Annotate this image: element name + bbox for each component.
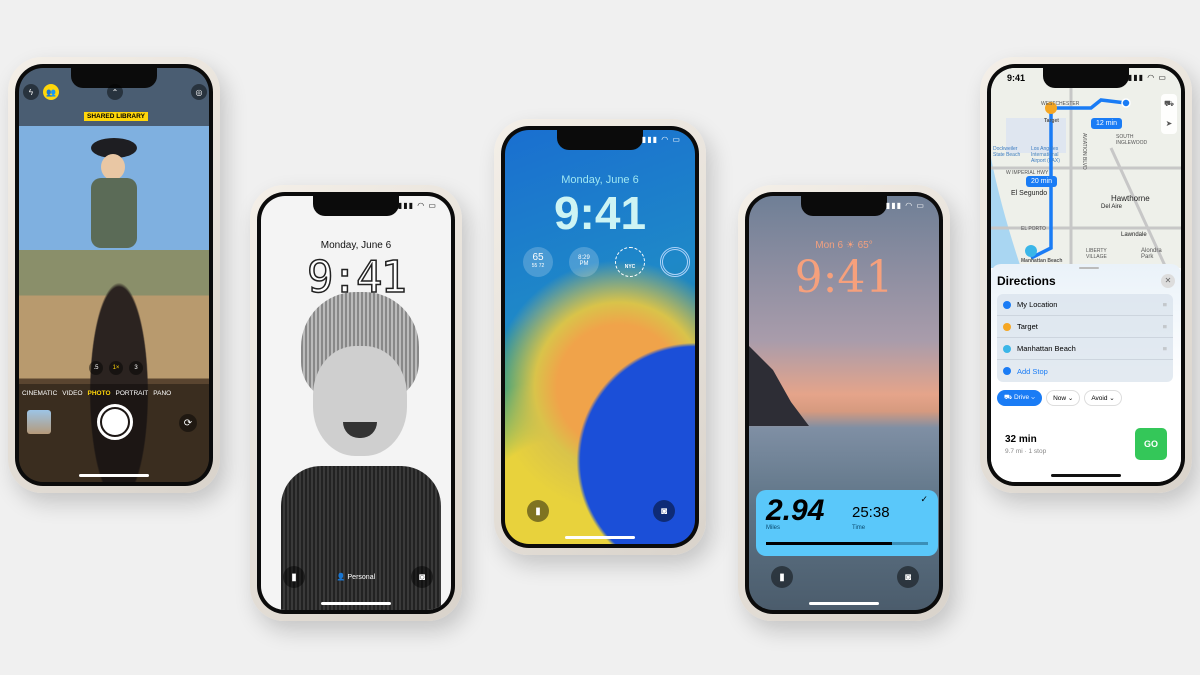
map-view[interactable]: WESTCHESTER Target SOUTH INGLEWOOD Dockw… xyxy=(991,68,1181,268)
close-icon[interactable]: ✕ xyxy=(1161,274,1175,288)
lockscreen-sunset: ▮▮▮ ◠ ▭ Mon 6 ☀ 65° 9:41 ✓ 2.94 Miles 25… xyxy=(749,196,939,610)
workout-progress xyxy=(766,542,928,545)
nike-logo-icon: ✓ xyxy=(920,494,928,504)
zoom-3x[interactable]: 3 xyxy=(129,361,143,375)
lock-time: 9:41 xyxy=(794,252,894,303)
mode-video[interactable]: VIDEO xyxy=(62,390,82,397)
location-arrow-icon[interactable]: ➤ xyxy=(1161,114,1177,134)
activity-rings-widget[interactable] xyxy=(660,247,690,277)
flashlight-icon[interactable]: ▮ xyxy=(771,566,793,588)
drag-handle-icon: ≡ xyxy=(1162,322,1167,331)
drag-handle-icon: ≡ xyxy=(1162,344,1167,353)
shutter-button[interactable] xyxy=(97,404,133,440)
map-controls[interactable]: ⛟ ➤ xyxy=(1161,94,1177,134)
drive-chip[interactable]: ⛟ Drive ⌄ xyxy=(997,390,1043,406)
maps-screen: 9:41 ▮▮▮ ◠ ▭ WESTCHESTER Target SOUTH IN… xyxy=(991,68,1181,482)
flashlight-icon[interactable]: ▮ xyxy=(527,500,549,522)
camera-screen: ϟ 👥 ⌃ ◎ SHARED LIBRARY .5 1× 3 CINEMATIC… xyxy=(19,68,209,482)
live-photo-icon[interactable]: ◎ xyxy=(191,84,207,100)
eta-badge-20: 20 min xyxy=(1026,176,1058,187)
avoid-chip[interactable]: Avoid ⌄ xyxy=(1084,390,1122,406)
lock-date: Monday, June 6 xyxy=(561,174,639,186)
lockscreen-bw: ▮▮▮ ◠ ▭ Monday, June 6 9:41 ▮ 👤 Personal… xyxy=(261,196,451,610)
plus-icon xyxy=(1003,367,1011,375)
nike-run-widget[interactable]: ✓ 2.94 Miles 25:38 Time xyxy=(756,490,938,556)
sheet-grabber[interactable] xyxy=(1079,267,1099,269)
zoom-selector[interactable]: .5 1× 3 xyxy=(89,361,143,375)
flash-icon[interactable]: ϟ xyxy=(23,84,39,100)
lockscreen-blue: ▮▮▮ ◠ ▭ Monday, June 6 9:41 65 55 72 8:29… xyxy=(505,130,695,544)
manhattan-beach-pin xyxy=(1025,245,1037,257)
lock-date: Mon 6 ☀ 65° xyxy=(815,240,873,251)
time-value: 25:38 xyxy=(852,504,890,521)
portrait-sweater xyxy=(281,466,441,610)
camera-icon[interactable]: ◙ xyxy=(653,500,675,522)
weather-info: ☀ 65° xyxy=(845,240,873,251)
weather-widget[interactable]: 65 55 72 xyxy=(523,247,553,277)
sunset-widget[interactable]: 8:29 PM xyxy=(569,247,599,277)
mode-cinematic[interactable]: CINEMATIC xyxy=(22,390,57,397)
car-icon[interactable]: ⛟ xyxy=(1161,94,1177,114)
route-options: ⛟ Drive ⌄ Now ⌄ Avoid ⌄ xyxy=(997,390,1122,406)
iphone-lockscreen-blue: ▮▮▮ ◠ ▭ Monday, June 6 9:41 65 55 72 8:29… xyxy=(494,119,706,555)
chevron-up-icon[interactable]: ⌃ xyxy=(107,84,123,100)
flip-camera-icon[interactable]: ⟳ xyxy=(179,414,197,432)
status-time: 9:41 xyxy=(1007,73,1026,83)
iphone-camera: ϟ 👥 ⌃ ◎ SHARED LIBRARY .5 1× 3 CINEMATIC… xyxy=(8,57,220,493)
cliff xyxy=(749,346,809,426)
lock-time: 9:41 xyxy=(553,187,647,239)
iphone-lockscreen-sunset: ▮▮▮ ◠ ▭ Mon 6 ☀ 65° 9:41 ✓ 2.94 Miles 25… xyxy=(738,185,950,621)
lock-date: Monday, June 6 xyxy=(320,240,392,251)
zoom-0.5[interactable]: .5 xyxy=(89,361,103,375)
lock-time: 9:41 xyxy=(306,251,407,304)
shared-library-icon[interactable]: 👥 xyxy=(43,84,59,100)
camera-icon[interactable]: ◙ xyxy=(411,566,433,588)
flashlight-icon[interactable]: ▮ xyxy=(283,566,305,588)
miles-value: 2.94 xyxy=(766,494,825,527)
world-clock-widget[interactable]: NYC xyxy=(615,247,645,277)
go-button[interactable]: GO xyxy=(1135,428,1167,460)
stop-item[interactable]: My Location ≡ xyxy=(997,294,1173,316)
current-location xyxy=(1121,98,1131,108)
eta-badge-12: 12 min xyxy=(1091,118,1123,129)
shared-library-badge[interactable]: SHARED LIBRARY xyxy=(84,112,148,121)
mode-selector[interactable]: CINEMATIC VIDEO PHOTO PORTRAIT PANO xyxy=(22,390,171,397)
directions-sheet: Directions ✕ My Location ≡ Target ≡ Manhat… xyxy=(991,264,1181,482)
photo-thumbnail[interactable] xyxy=(27,410,51,434)
route-detail: 9.7 mi · 1 stop xyxy=(1005,448,1047,455)
stop-item[interactable]: Manhattan Beach ≡ xyxy=(997,338,1173,360)
iphone-maps: 9:41 ▮▮▮ ◠ ▭ WESTCHESTER Target SOUTH IN… xyxy=(980,57,1192,493)
route-duration: 32 min xyxy=(1005,434,1037,445)
iphone-lockscreen-bw: ▮▮▮ ◠ ▭ Monday, June 6 9:41 ▮ 👤 Personal… xyxy=(250,185,462,621)
stops-list: My Location ≡ Target ≡ Manhattan Beach ≡ Ad… xyxy=(997,294,1173,382)
drag-handle-icon: ≡ xyxy=(1162,300,1167,309)
directions-title: Directions xyxy=(997,274,1056,288)
stop-item[interactable]: Target ≡ xyxy=(997,316,1173,338)
zoom-1x[interactable]: 1× xyxy=(109,361,123,375)
now-chip[interactable]: Now ⌄ xyxy=(1046,390,1081,406)
mode-pano[interactable]: PANO xyxy=(153,390,171,397)
add-stop-button[interactable]: Add Stop xyxy=(997,360,1173,382)
mode-photo[interactable]: PHOTO xyxy=(88,390,111,397)
person-icon: 👤 xyxy=(336,574,348,581)
camera-icon[interactable]: ◙ xyxy=(897,566,919,588)
mode-portrait[interactable]: PORTRAIT xyxy=(116,390,149,397)
